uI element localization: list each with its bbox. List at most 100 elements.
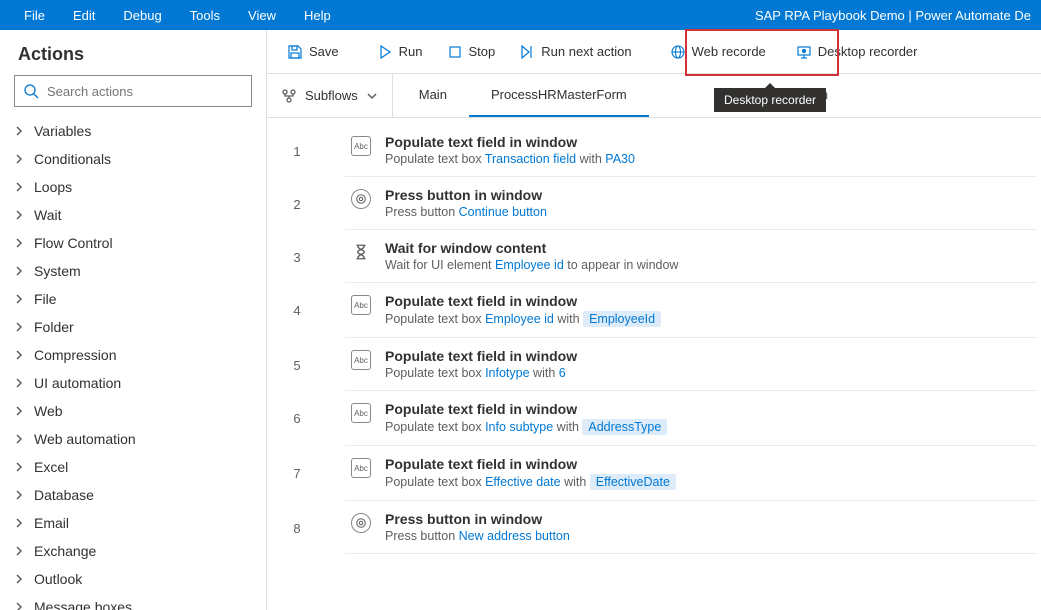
step-title: Populate text field in window [385,293,1031,309]
step-link[interactable]: 6 [559,366,566,380]
chevron-right-icon [14,238,24,248]
menu-debug[interactable]: Debug [109,0,175,30]
category-conditionals[interactable]: Conditionals [0,145,266,173]
category-email[interactable]: Email [0,509,266,537]
chevron-right-icon [14,350,24,360]
category-compression[interactable]: Compression [0,341,266,369]
textfield-icon: Abc [351,458,371,478]
category-label: Conditionals [34,151,111,167]
flow-step[interactable]: 4AbcPopulate text field in windowPopulat… [267,283,1041,338]
category-web-automation[interactable]: Web automation [0,425,266,453]
chevron-right-icon [14,294,24,304]
variable-chip[interactable]: EffectiveDate [590,474,676,490]
textfield-icon: Abc [351,403,371,423]
stop-button[interactable]: Stop [437,38,506,66]
web-recorder-button[interactable]: Web recorde [660,38,776,66]
menu-tools[interactable]: Tools [176,0,234,30]
run-button[interactable]: Run [367,38,433,66]
chevron-right-icon [14,154,24,164]
step-description: Press button Continue button [385,205,1031,219]
category-variables[interactable]: Variables [0,117,266,145]
flow-step[interactable]: 6AbcPopulate text field in windowPopulat… [267,391,1041,446]
menu-help[interactable]: Help [290,0,345,30]
globe-icon [670,44,686,60]
button-press-icon [351,189,371,209]
flow-step[interactable]: 2Press button in windowPress button Cont… [267,177,1041,230]
toolbar: Save Run Stop Run next action [267,30,1041,74]
chevron-right-icon [14,210,24,220]
stop-label: Stop [469,44,496,59]
menu-bar: FileEditDebugToolsViewHelp SAP RPA Playb… [0,0,1041,30]
menu-edit[interactable]: Edit [59,0,109,30]
chevron-right-icon [14,322,24,332]
step-number: 1 [267,124,327,177]
category-label: File [34,291,57,307]
step-link[interactable]: Employee id [495,258,564,272]
category-ui-automation[interactable]: UI automation [0,369,266,397]
step-number: 3 [267,230,327,283]
save-label: Save [309,44,339,59]
category-label: UI automation [34,375,121,391]
menu-view[interactable]: View [234,0,290,30]
step-link[interactable]: PA30 [605,152,635,166]
chevron-right-icon [14,462,24,472]
flow-step[interactable]: 5AbcPopulate text field in windowPopulat… [267,338,1041,391]
tab-process-hr-master-form[interactable]: ProcessHRMasterForm [469,74,649,117]
flow-step[interactable]: 7AbcPopulate text field in windowPopulat… [267,446,1041,501]
chevron-right-icon [14,434,24,444]
category-excel[interactable]: Excel [0,453,266,481]
menu-file[interactable]: File [10,0,59,30]
step-number: 4 [267,283,327,338]
category-label: Database [34,487,94,503]
flow-step[interactable]: 1AbcPopulate text field in windowPopulat… [267,124,1041,177]
category-web[interactable]: Web [0,397,266,425]
chevron-right-icon [14,126,24,136]
flow-step[interactable]: 3Wait for window contentWait for UI elem… [267,230,1041,283]
variable-chip[interactable]: AddressType [582,419,667,435]
save-button[interactable]: Save [277,38,349,66]
step-link[interactable]: Transaction field [485,152,576,166]
step-number: 6 [267,391,327,446]
search-actions-box[interactable] [14,75,252,107]
category-label: Compression [34,347,116,363]
step-link[interactable]: Employee id [485,312,554,326]
category-outlook[interactable]: Outlook [0,565,266,593]
step-link[interactable]: Info subtype [485,420,553,434]
flow-step[interactable]: 8Press button in windowPress button New … [267,501,1041,554]
category-exchange[interactable]: Exchange [0,537,266,565]
category-label: Folder [34,319,74,335]
step-link[interactable]: Continue button [459,205,547,219]
step-link[interactable]: New address button [459,529,570,543]
step-title: Press button in window [385,187,1031,203]
category-loops[interactable]: Loops [0,173,266,201]
stop-icon [447,44,463,60]
step-link[interactable]: Infotype [485,366,529,380]
category-wait[interactable]: Wait [0,201,266,229]
hourglass-icon [351,242,371,262]
textfield-icon: Abc [351,295,371,315]
desktop-recorder-button[interactable]: Desktop recorder [780,38,934,66]
category-label: Outlook [34,571,82,587]
category-label: Variables [34,123,91,139]
category-flow-control[interactable]: Flow Control [0,229,266,257]
category-folder[interactable]: Folder [0,313,266,341]
category-message-boxes[interactable]: Message boxes [0,593,266,610]
chevron-right-icon [14,182,24,192]
save-icon [287,44,303,60]
subflows-dropdown[interactable]: Subflows [267,74,393,117]
step-description: Wait for UI element Employee id to appea… [385,258,1031,272]
subflows-icon [281,88,297,104]
run-next-button[interactable]: Run next action [509,38,641,66]
flow-canvas: 1AbcPopulate text field in windowPopulat… [267,118,1041,610]
category-system[interactable]: System [0,257,266,285]
step-title: Press button in window [385,511,1031,527]
category-label: System [34,263,81,279]
category-database[interactable]: Database [0,481,266,509]
step-link[interactable]: Effective date [485,475,561,489]
search-input[interactable] [47,84,243,99]
category-file[interactable]: File [0,285,266,313]
tab-main[interactable]: Main [397,74,469,117]
variable-chip[interactable]: EmployeeId [583,311,661,327]
main-area: Save Run Stop Run next action [267,30,1041,610]
step-description: Press button New address button [385,529,1031,543]
